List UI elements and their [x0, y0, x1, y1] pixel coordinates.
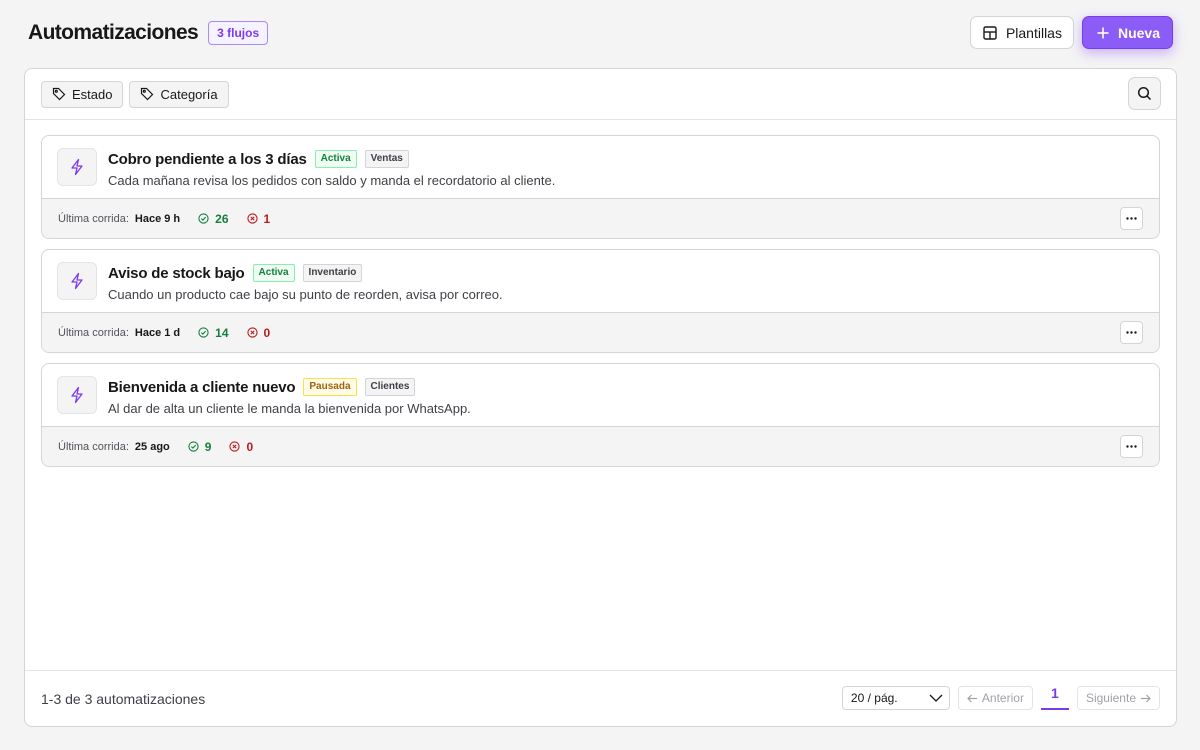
page-header: Automatizaciones 3 flujos Plantillas Nue…	[28, 16, 1173, 49]
next-page-button[interactable]: Siguiente	[1076, 686, 1160, 710]
prev-page-button[interactable]: Anterior	[957, 686, 1033, 710]
page-size-value: 20 / pág.	[850, 691, 898, 705]
card-title: Cobro pendiente a los 3 días	[108, 150, 307, 168]
plus-icon	[1097, 27, 1109, 38]
search-icon	[1137, 86, 1152, 101]
card-title-row: Aviso de stock bajo Activa Inventario	[108, 264, 363, 282]
automation-icon-box	[57, 148, 97, 186]
automation-card[interactable]: Bienvenida a cliente nuevo Pausada Clien…	[41, 363, 1160, 467]
automation-card[interactable]: Cobro pendiente a los 3 días Activa Vent…	[41, 135, 1160, 239]
last-run-value: Hace 1 d	[134, 326, 181, 339]
bolt-icon	[71, 158, 83, 176]
card-footer: Última corrida: Hace 9 h 26 1	[42, 198, 1159, 238]
check-circle-icon	[198, 327, 209, 338]
search-button[interactable]	[1128, 77, 1161, 110]
card-footer: Última corrida: Hace 1 d 14 0	[42, 312, 1159, 352]
success-count: 26	[198, 211, 229, 226]
x-circle-icon	[246, 327, 258, 338]
error-count-value: 1	[263, 211, 271, 226]
error-count: 0	[229, 440, 253, 454]
more-options-button[interactable]	[1120, 207, 1143, 230]
last-run-label: Última corrida:	[58, 440, 129, 453]
filter-category[interactable]: Categoría	[129, 80, 229, 108]
new-label: Nueva	[1117, 24, 1160, 41]
card-description: Al dar de alta un cliente le manda la bi…	[108, 401, 471, 416]
card-title-row: Bienvenida a cliente nuevo Pausada Clien…	[108, 378, 416, 396]
card-title: Aviso de stock bajo	[108, 264, 245, 282]
automation-list: Cobro pendiente a los 3 días Activa Vent…	[25, 120, 1176, 467]
error-count-value: 0	[263, 325, 271, 340]
tag-icon	[141, 87, 154, 101]
error-count: 1	[246, 211, 271, 226]
status-badge: Pausada	[303, 378, 357, 396]
more-icon	[1126, 445, 1137, 448]
last-run-value: 25 ago	[134, 440, 170, 453]
automation-icon-box	[57, 376, 97, 414]
prev-label: Anterior	[981, 691, 1024, 705]
pagination: 20 / pág. Anterior 1 Siguiente	[841, 685, 1160, 710]
check-circle-icon	[188, 441, 199, 452]
automation-card[interactable]: Aviso de stock bajo Activa Inventario Cu…	[41, 249, 1160, 353]
x-circle-icon	[246, 213, 258, 224]
error-count-value: 0	[246, 439, 254, 454]
filter-status[interactable]: Estado	[41, 80, 124, 108]
check-circle-icon	[198, 213, 209, 224]
layout-icon	[983, 25, 997, 40]
templates-label: Plantillas	[1005, 24, 1062, 41]
last-run-label: Última corrida:	[58, 212, 129, 225]
success-count-value: 14	[215, 325, 229, 340]
header-actions: Plantillas Nueva	[969, 16, 1173, 49]
page-number-current[interactable]: 1	[1040, 678, 1069, 710]
new-automation-button[interactable]: Nueva	[1081, 16, 1173, 49]
flow-count-badge: 3 flujos	[208, 20, 269, 45]
automation-icon-box	[57, 262, 97, 300]
x-circle-icon	[229, 441, 241, 452]
results-summary: 1-3 de 3 automatizaciones	[41, 690, 206, 707]
bolt-icon	[71, 386, 83, 404]
more-options-button[interactable]	[1120, 435, 1143, 458]
filter-toolbar: Estado Categoría	[25, 69, 1176, 120]
success-count: 9	[188, 439, 212, 454]
last-run-label: Última corrida:	[58, 326, 129, 339]
status-badge: Activa	[252, 264, 295, 282]
chevron-down-icon	[929, 694, 943, 702]
card-footer: Última corrida: 25 ago 9 0	[42, 426, 1159, 466]
card-description: Cada mañana revisa los pedidos con saldo…	[108, 173, 556, 188]
arrow-right-icon	[1141, 694, 1151, 702]
last-run-value: Hace 9 h	[134, 212, 181, 225]
header-left: Automatizaciones 3 flujos	[28, 20, 269, 45]
card-title: Bienvenida a cliente nuevo	[108, 378, 296, 396]
success-count: 14	[198, 325, 229, 340]
category-badge: Inventario	[302, 264, 363, 282]
pagination-footer: 1-3 de 3 automatizaciones 20 / pág. Ante…	[25, 670, 1176, 726]
templates-button[interactable]: Plantillas	[969, 16, 1074, 49]
page-title: Automatizaciones	[28, 20, 199, 44]
more-icon	[1126, 331, 1137, 334]
card-title-row: Cobro pendiente a los 3 días Activa Vent…	[108, 150, 409, 168]
success-count-value: 26	[215, 211, 229, 226]
success-count-value: 9	[204, 439, 212, 454]
arrow-left-icon	[967, 694, 977, 702]
page-size-select[interactable]: 20 / pág.	[841, 686, 950, 710]
more-options-button[interactable]	[1120, 321, 1143, 344]
card-body: Cobro pendiente a los 3 días Activa Vent…	[42, 136, 1159, 198]
card-body: Bienvenida a cliente nuevo Pausada Clien…	[42, 364, 1159, 426]
status-badge: Activa	[314, 150, 357, 168]
card-body: Aviso de stock bajo Activa Inventario Cu…	[42, 250, 1159, 312]
next-label: Siguiente	[1085, 691, 1136, 705]
automations-panel: Estado Categoría Cobro pendiente a los 3…	[24, 68, 1177, 727]
error-count: 0	[246, 325, 271, 340]
card-description: Cuando un producto cae bajo su punto de …	[108, 287, 503, 302]
filter-status-label: Estado	[72, 86, 113, 102]
category-badge: Clientes	[364, 378, 416, 396]
filter-category-label: Categoría	[160, 86, 218, 102]
more-icon	[1126, 217, 1137, 220]
tag-icon	[52, 87, 66, 101]
category-badge: Ventas	[364, 150, 409, 168]
bolt-icon	[71, 272, 83, 290]
